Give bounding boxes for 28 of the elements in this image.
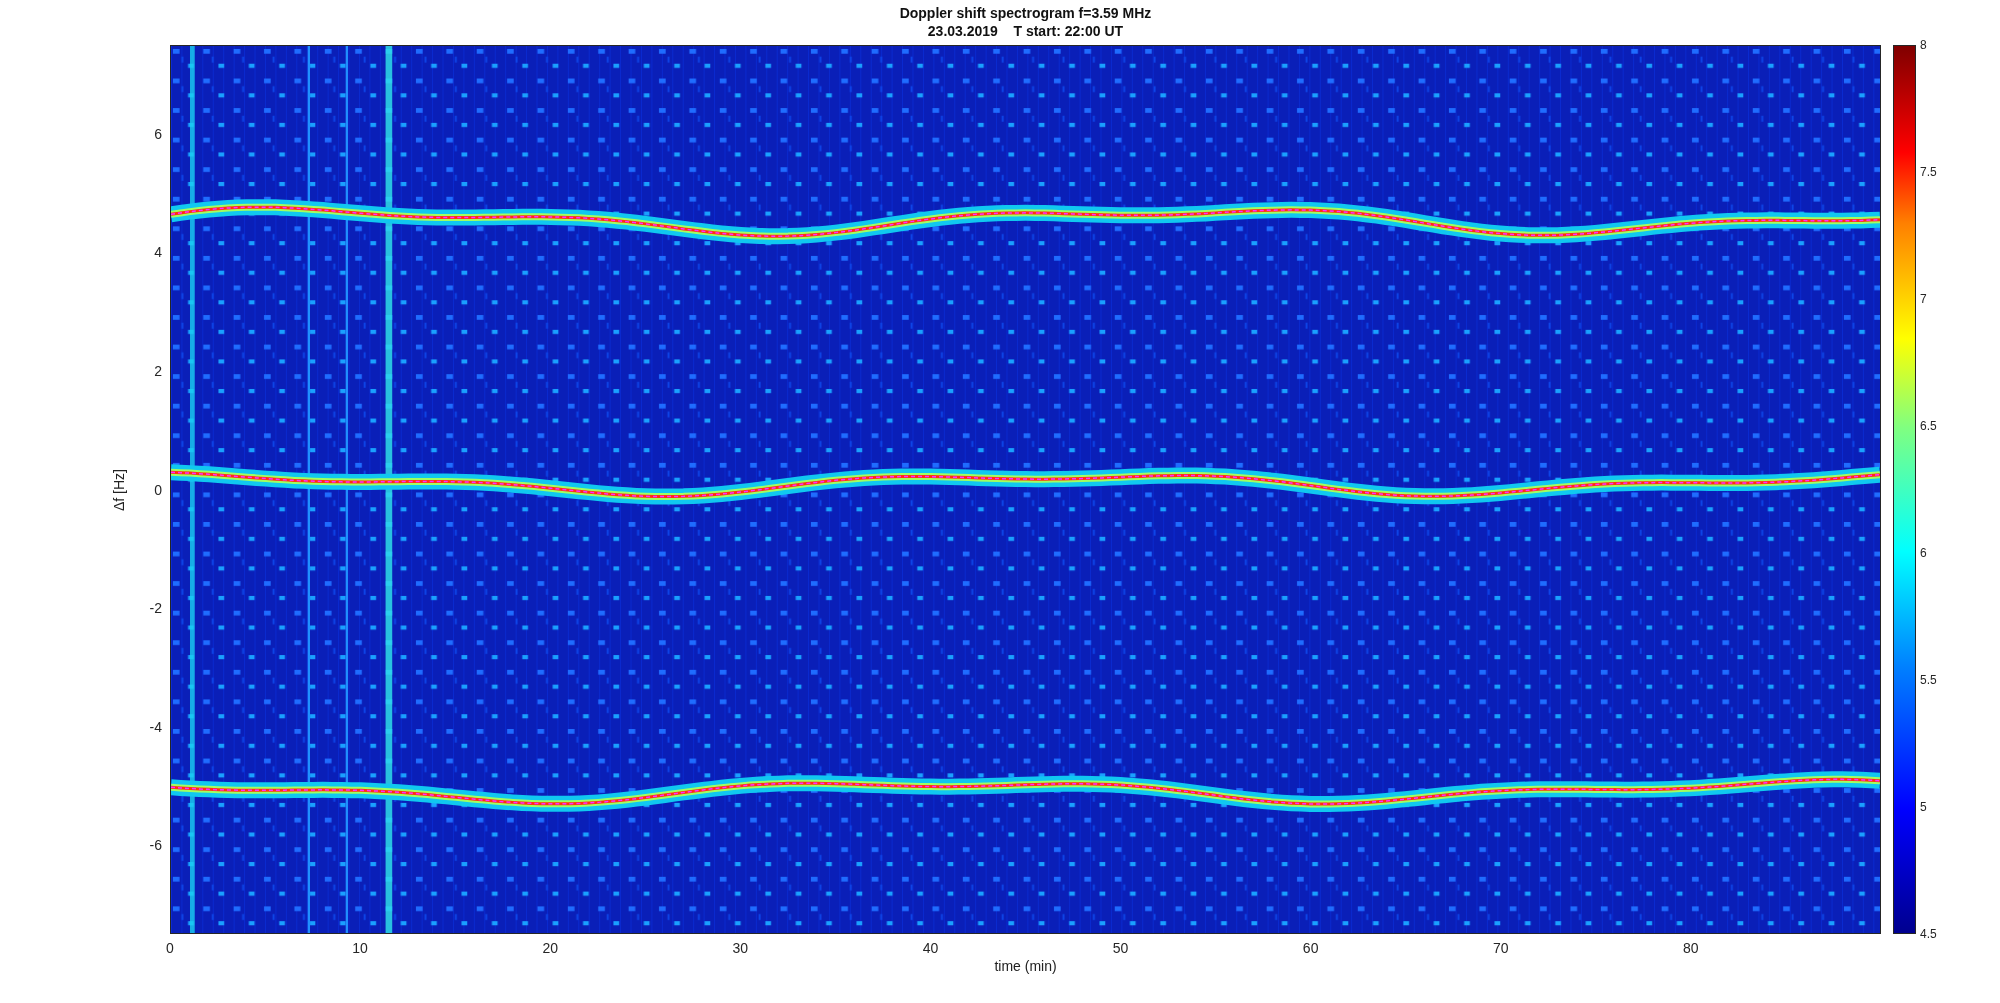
colorbar-tick-label: 5.5 [1920, 672, 1937, 688]
colorbar-tick-label: 8 [1920, 37, 1927, 53]
colorbar-tick-label: 7 [1920, 291, 1927, 307]
y-tick-label: 4 [154, 244, 162, 261]
x-tick-label: 30 [732, 940, 749, 956]
y-tick-label: 2 [154, 362, 162, 379]
x-axis-label: time (min) [993, 958, 1058, 974]
y-tick-label: 0 [154, 481, 162, 498]
x-tick-label: 0 [166, 940, 174, 956]
colorbar-tick-label: 5 [1920, 799, 1927, 815]
y-tick-label: -6 [149, 837, 162, 854]
x-tick-label: 50 [1112, 940, 1129, 956]
x-tick-label: 70 [1493, 940, 1509, 956]
x-tick-label: 60 [1302, 940, 1319, 956]
x-tick-label: 80 [1683, 940, 1699, 956]
chart-subtitle: 23.03.2019 T start: 22:00 UT [927, 22, 1124, 40]
y-tick-label: -4 [149, 718, 162, 735]
y-axis-label: Δf [Hz] [111, 468, 127, 511]
colorbar-tick-label: 7.5 [1920, 164, 1937, 180]
x-tick-label: 10 [352, 940, 368, 956]
chart-title: Doppler shift spectrogram f=3.59 MHz [899, 4, 1152, 22]
colorbar-tick-label: 4.5 [1920, 926, 1937, 942]
colorbar-tick-label: 6.5 [1920, 418, 1937, 434]
y-tick-label: -2 [149, 600, 162, 617]
x-tick-label: 40 [922, 940, 939, 956]
y-tick-label: 6 [154, 125, 162, 142]
x-tick-label: 20 [542, 940, 558, 956]
colorbar-tick-label: 6 [1920, 545, 1927, 561]
